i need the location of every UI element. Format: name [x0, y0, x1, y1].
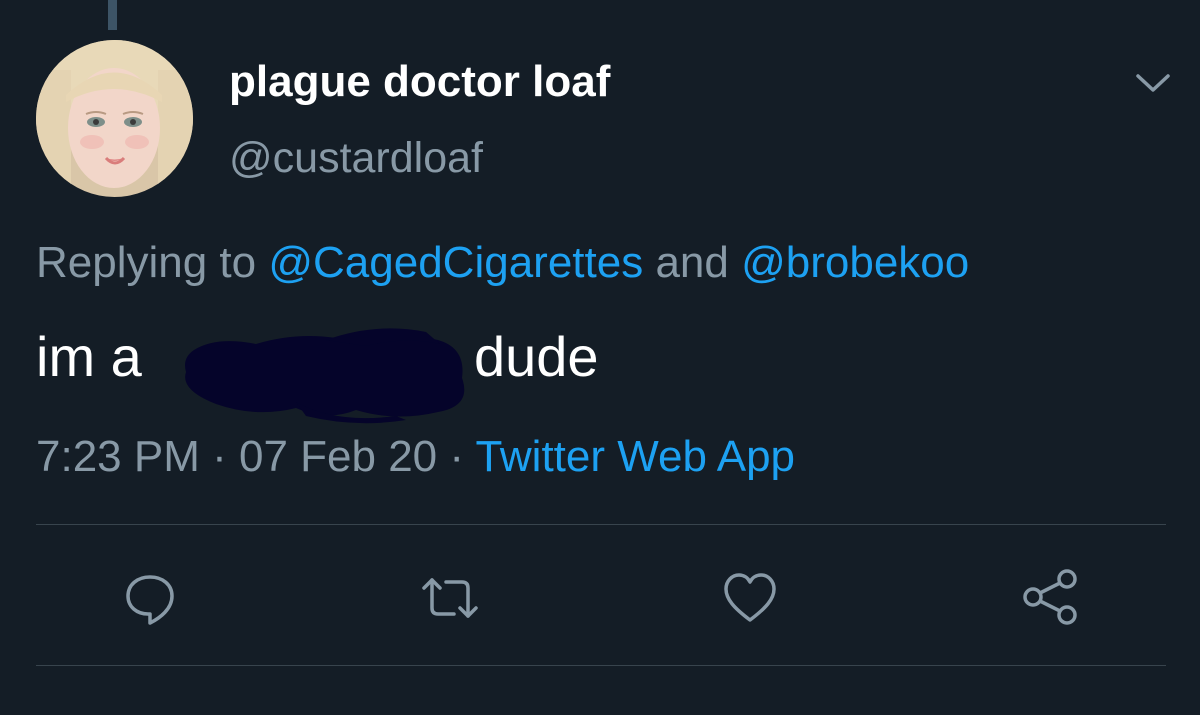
tweet-text-end: dude [474, 325, 599, 388]
replying-join: and [643, 238, 742, 287]
like-button[interactable] [720, 568, 780, 628]
thread-connector-line [108, 0, 117, 30]
tweet-date[interactable]: 07 Feb 20 [239, 432, 437, 481]
reply-button[interactable] [120, 568, 180, 628]
retweet-icon [422, 578, 478, 618]
redaction-scribble [176, 318, 476, 424]
meta-separator: · [199, 432, 239, 481]
meta-separator: · [437, 432, 476, 481]
avatar[interactable] [36, 40, 193, 197]
mention-link-brobekoo[interactable]: @brobekoo [741, 238, 969, 287]
tweet-meta: 7:23 PM · 07 Feb 20 · Twitter Web App [36, 432, 795, 482]
divider [36, 524, 1166, 525]
replying-to-line: Replying to @CagedCigarettes and @brobek… [36, 238, 969, 288]
reply-icon [126, 575, 174, 625]
tweet-time[interactable]: 7:23 PM [36, 432, 200, 481]
retweet-button[interactable] [420, 568, 480, 628]
like-icon [724, 573, 776, 622]
chevron-down-icon[interactable] [1130, 68, 1176, 98]
mention-link-cagedcigarettes[interactable]: @CagedCigarettes [268, 238, 643, 287]
tweet-text-start: im a [36, 325, 142, 388]
tweet-source-link[interactable]: Twitter Web App [475, 432, 795, 481]
replying-prefix: Replying to [36, 238, 269, 287]
display-name[interactable]: plague doctor loaf [229, 57, 610, 107]
share-icon [1023, 569, 1077, 625]
share-button[interactable] [1020, 568, 1080, 628]
user-handle[interactable]: @custardloaf [229, 134, 483, 183]
divider [36, 665, 1166, 666]
